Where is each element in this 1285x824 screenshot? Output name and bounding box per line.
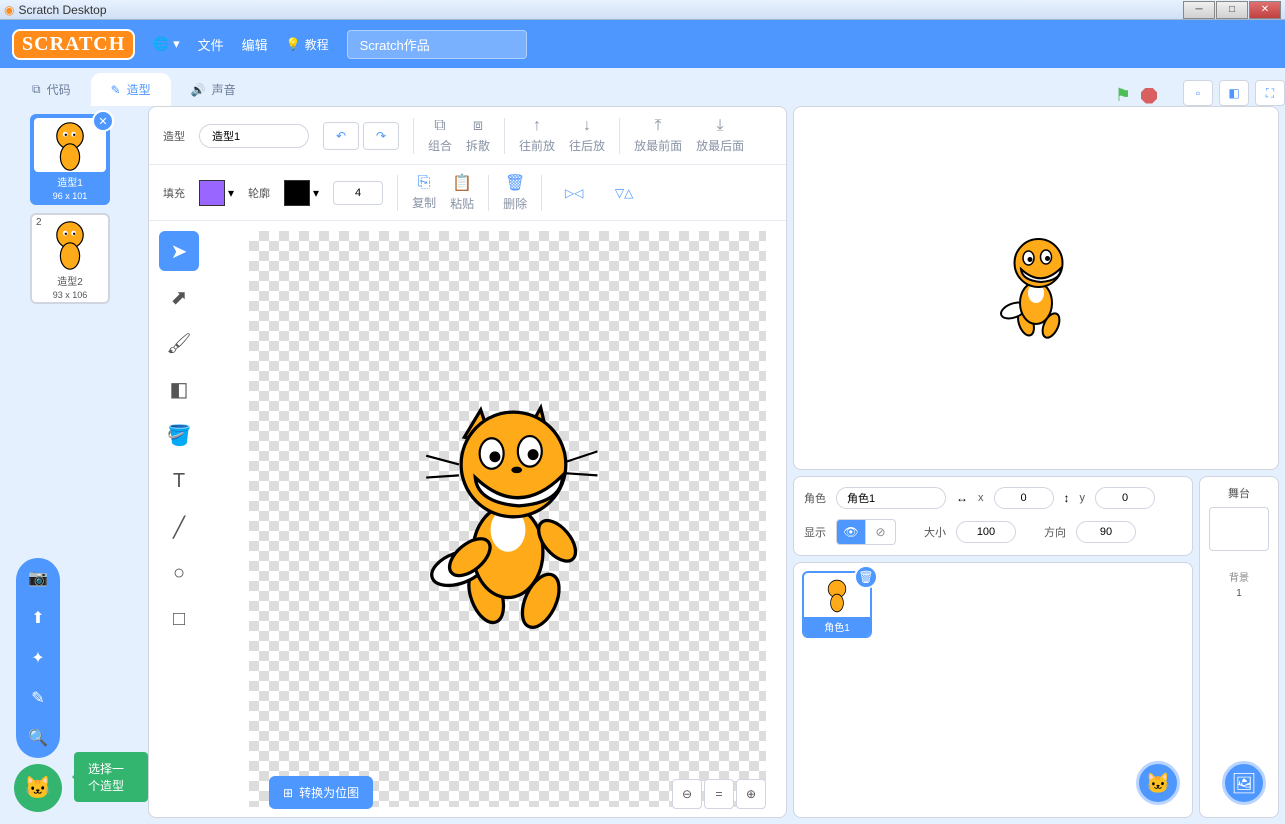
zoom-out-button[interactable]: ⊖: [672, 779, 702, 809]
green-flag-button[interactable]: ⚑: [1115, 85, 1131, 106]
back-button[interactable]: ⤓放最后面: [696, 117, 744, 154]
select-tool[interactable]: ➤: [159, 231, 199, 271]
tool-palette: ➤ ⬈ 🖌 ◧ 🪣 T ╱ ○ □: [149, 221, 249, 817]
stage-thumb[interactable]: [1209, 507, 1269, 551]
undo-button[interactable]: ↶: [323, 122, 359, 150]
flip-horizontal-button[interactable]: ▷◁: [556, 179, 592, 207]
stop-button[interactable]: [1141, 88, 1157, 104]
convert-icon: ⊞: [283, 786, 293, 800]
backward-button[interactable]: ↓往后放: [569, 117, 605, 154]
upload-icon[interactable]: ⬆: [16, 598, 60, 638]
flip-vertical-button[interactable]: ▽△: [606, 179, 642, 207]
costume-name-input[interactable]: [199, 124, 309, 148]
file-menu[interactable]: 文件: [198, 35, 224, 54]
reshape-tool[interactable]: ⬈: [159, 277, 199, 317]
fullscreen-button[interactable]: ⛶: [1255, 80, 1285, 106]
sprite-item-1[interactable]: 🗑 角色1: [802, 571, 872, 638]
add-sprite-button[interactable]: 🐱: [1136, 761, 1180, 805]
group-button[interactable]: ⧉组合: [428, 117, 452, 154]
tab-sounds[interactable]: 🔊声音: [171, 73, 256, 106]
text-tool[interactable]: T: [159, 461, 199, 501]
sprite-size-input[interactable]: [956, 521, 1016, 543]
scratch-logo: SCRATCH: [12, 29, 135, 60]
surprise-icon[interactable]: ✦: [16, 638, 60, 678]
sprite-y-input[interactable]: [1095, 487, 1155, 509]
tabbar: ⧉代码 ✎造型 🔊声音 ⚑ ▫ ◧ ⛶: [0, 68, 1285, 106]
delete-button[interactable]: 🗑删除: [503, 173, 527, 212]
paint-icon[interactable]: ✎: [16, 678, 60, 718]
costume-thumb-2[interactable]: 2 造型2 93 x 106: [30, 213, 110, 304]
sprite-list: 🗑 角色1 🐱: [793, 562, 1193, 818]
sound-icon: 🔊: [191, 83, 206, 97]
delete-sprite-icon[interactable]: 🗑: [854, 565, 878, 589]
line-tool[interactable]: ╱: [159, 507, 199, 547]
ungroup-button[interactable]: ⧈拆散: [466, 117, 490, 154]
language-menu[interactable]: 🌐 ▾: [153, 36, 179, 52]
stroke-width-input[interactable]: [333, 181, 383, 205]
costume-thumb-1[interactable]: 1 ✕ 造型1 96 x 101: [30, 114, 110, 205]
stage-small-button[interactable]: ▫: [1183, 80, 1213, 106]
front-button[interactable]: ⤒放最前面: [634, 117, 682, 154]
fill-color-picker[interactable]: ▾: [199, 180, 234, 206]
zoom-in-button[interactable]: ⊕: [736, 779, 766, 809]
cat-sprite: [398, 399, 618, 639]
paint-editor: 造型 ↶ ↷ ⧉组合 ⧈拆散 ↑往前放 ↓往后放 ⤒放最前面 ⤓放最后面 填充 …: [148, 106, 787, 818]
add-costume-button[interactable]: 🐱: [14, 764, 62, 812]
fill-tool[interactable]: 🪣: [159, 415, 199, 455]
y-icon: ↕: [1064, 491, 1070, 505]
x-icon: ↔: [956, 491, 968, 505]
paste-button[interactable]: 📋粘贴: [450, 173, 474, 212]
camera-icon[interactable]: 📷: [16, 558, 60, 598]
convert-bitmap-button[interactable]: ⊞ 转换为位图: [269, 776, 373, 809]
circle-tool[interactable]: ○: [159, 553, 199, 593]
window-titlebar: ◉ Scratch Desktop ─ □ ✕: [0, 0, 1285, 20]
brush-icon: ✎: [111, 83, 121, 97]
hide-sprite-button[interactable]: ⊘: [866, 519, 896, 545]
add-costume-tooltip: 选择一个造型: [74, 752, 148, 802]
eraser-tool[interactable]: ◧: [159, 369, 199, 409]
add-backdrop-button[interactable]: 🖼: [1222, 761, 1266, 805]
stage[interactable]: [793, 106, 1279, 470]
costume-list: 1 ✕ 造型1 96 x 101 2 造型2 93 x 106 📷 ⬆ ✦ ✎ …: [0, 106, 148, 824]
zoom-reset-button[interactable]: =: [704, 779, 734, 809]
outline-color-picker[interactable]: ▾: [284, 180, 319, 206]
show-sprite-button[interactable]: 👁: [836, 519, 866, 545]
costume-name-label: 造型: [163, 128, 185, 144]
window-title: Scratch Desktop: [18, 3, 106, 17]
brush-tool[interactable]: 🖌: [159, 323, 199, 363]
project-name-input[interactable]: [347, 30, 527, 59]
maximize-button[interactable]: □: [1216, 1, 1248, 19]
redo-button[interactable]: ↷: [363, 122, 399, 150]
stage-cat-sprite: [986, 233, 1086, 343]
stage-large-button[interactable]: ◧: [1219, 80, 1249, 106]
tab-costumes[interactable]: ✎造型: [91, 73, 171, 106]
sprite-direction-input[interactable]: [1076, 521, 1136, 543]
sprite-x-input[interactable]: [994, 487, 1054, 509]
app-icon: ◉: [4, 3, 14, 17]
delete-costume-icon[interactable]: ✕: [92, 110, 114, 132]
stage-panel: 舞台 背景 1 🖼: [1199, 476, 1279, 818]
copy-button[interactable]: ⎘复制: [412, 174, 436, 211]
paint-canvas[interactable]: [249, 231, 766, 807]
add-costume-stack: 📷 ⬆ ✦ ✎ 🔍 🐱: [16, 558, 62, 812]
tab-code[interactable]: ⧉代码: [12, 73, 91, 106]
sprite-info-panel: 角色 ↔ x ↕ y 显示 👁 ⊘: [793, 476, 1193, 556]
search-icon[interactable]: 🔍: [16, 718, 60, 758]
tutorials-menu[interactable]: 💡 教程: [286, 36, 329, 53]
menubar: SCRATCH 🌐 ▾ 文件 编辑 💡 教程: [0, 20, 1285, 68]
sprite-name-input[interactable]: [836, 487, 946, 509]
edit-menu[interactable]: 编辑: [242, 35, 268, 54]
forward-button[interactable]: ↑往前放: [519, 117, 555, 154]
rect-tool[interactable]: □: [159, 599, 199, 639]
close-button[interactable]: ✕: [1249, 1, 1281, 19]
minimize-button[interactable]: ─: [1183, 1, 1215, 19]
code-icon: ⧉: [32, 82, 41, 97]
